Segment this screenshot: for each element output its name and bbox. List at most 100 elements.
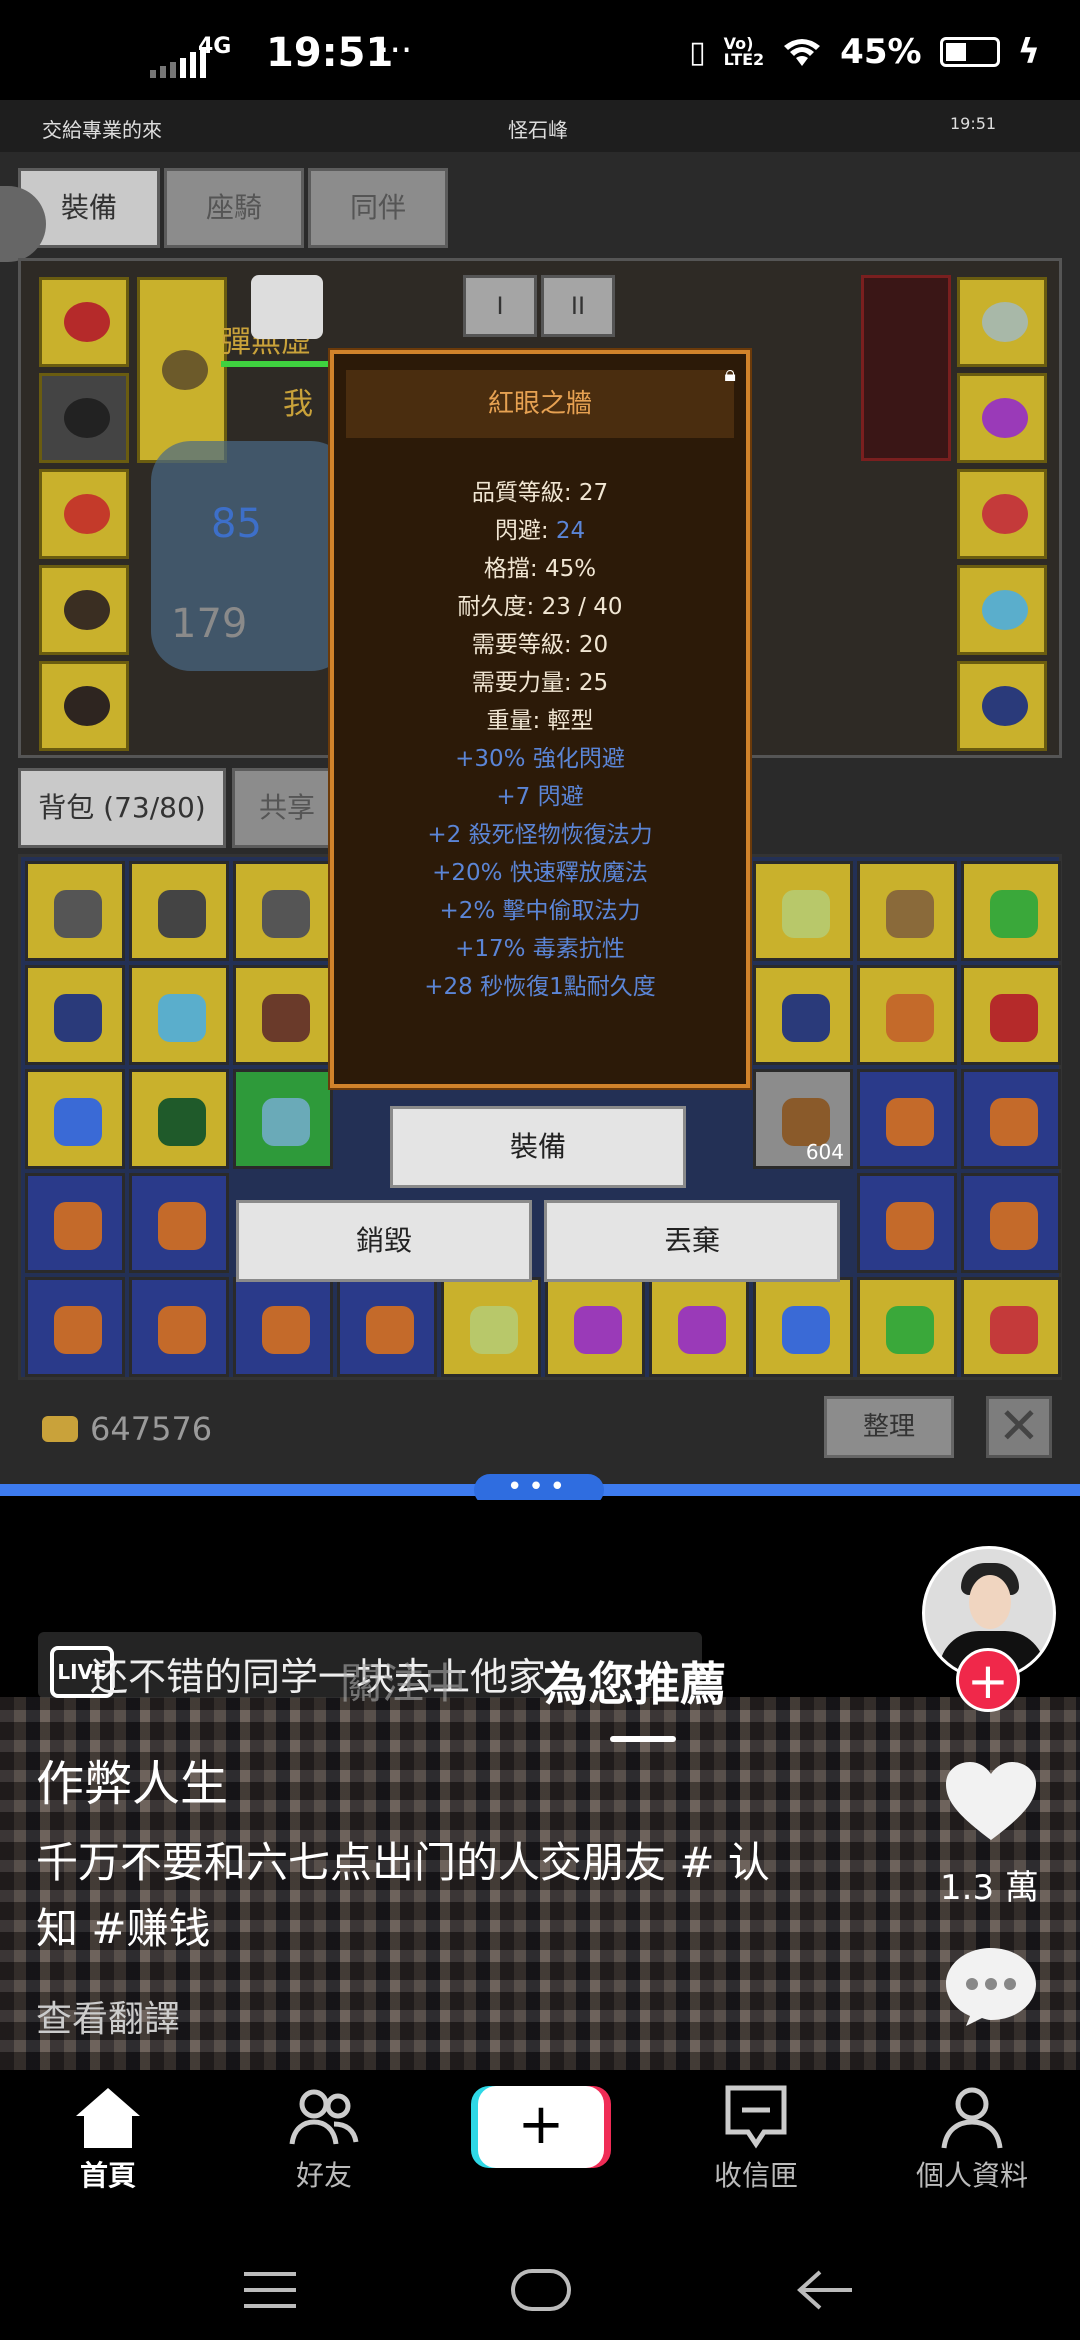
- tab-shared[interactable]: 共享: [232, 768, 342, 848]
- inventory-slot[interactable]: [129, 1173, 229, 1273]
- inventory-slot[interactable]: [25, 1173, 125, 1273]
- lock-icon[interactable]: 🔒︎: [724, 362, 736, 387]
- ring-slot-1[interactable]: [957, 373, 1047, 463]
- stat-line: 耐久度: 23 / 40: [457, 594, 623, 620]
- bonus-line: +17% 毒素抗性: [455, 936, 625, 962]
- more-dots: ···: [378, 30, 413, 71]
- inventory-slot[interactable]: [25, 965, 125, 1065]
- tab-bag[interactable]: 背包 (73/80): [18, 768, 226, 848]
- back-icon[interactable]: [796, 2268, 854, 2312]
- boots-slot[interactable]: [39, 565, 129, 655]
- weapon-slot[interactable]: [137, 277, 227, 463]
- inventory-slot[interactable]: [233, 965, 333, 1065]
- inventory-slot[interactable]: [961, 1173, 1061, 1273]
- amulet-slot[interactable]: [957, 277, 1047, 367]
- pet-slot[interactable]: [957, 661, 1047, 751]
- ring-slot-2[interactable]: [957, 469, 1047, 559]
- bonus-line: +2 殺死怪物恢復法力: [427, 822, 653, 848]
- nav-profile[interactable]: 個人資料: [892, 2084, 1052, 2194]
- inventory-slot[interactable]: [961, 1069, 1061, 1169]
- inventory-slot[interactable]: [753, 861, 853, 961]
- inventory-slot[interactable]: [25, 1277, 125, 1377]
- video-caption[interactable]: 千万不要和六七点出门的人交朋友 # 认知 #赚钱: [36, 1830, 796, 1962]
- inventory-slot[interactable]: [961, 1277, 1061, 1377]
- inbox-icon: [725, 2085, 787, 2149]
- inventory-slot[interactable]: [441, 1277, 541, 1377]
- enemy-slot: [861, 275, 951, 461]
- game-header: 交給專業的來 怪石峰 19:51: [0, 100, 1080, 152]
- tooltip-title-bar: 紅眼之牆: [346, 370, 734, 438]
- helmet-slot[interactable]: [39, 277, 129, 367]
- video-feed[interactable]: LIVE 还不错的同学一块去上他家 關注中 為您推薦 + 作弊人生 千万不要和六…: [0, 1500, 1080, 2070]
- inventory-slot[interactable]: [753, 965, 853, 1065]
- profile-icon: [941, 2087, 1003, 2149]
- charging-icon: ϟ: [1017, 32, 1040, 72]
- translate-link[interactable]: 查看翻譯: [36, 1990, 180, 2042]
- inventory-slot[interactable]: [857, 1277, 957, 1377]
- inventory-slot[interactable]: [857, 965, 957, 1065]
- home-button-icon[interactable]: [510, 2268, 572, 2312]
- gold-display: 647576: [42, 1410, 212, 1448]
- inventory-slot[interactable]: [129, 1277, 229, 1377]
- glove-slot[interactable]: [39, 469, 129, 559]
- equip-button[interactable]: 裝備: [390, 1106, 686, 1188]
- stage-button-2[interactable]: II: [541, 275, 615, 337]
- inventory-slot[interactable]: [857, 861, 957, 961]
- tab-for-you[interactable]: 為您推薦: [542, 1648, 726, 1714]
- sort-button[interactable]: 整理: [824, 1396, 954, 1458]
- inventory-slot[interactable]: [545, 1277, 645, 1377]
- item-name: 紅眼之牆: [487, 389, 592, 419]
- vibrate-icon: ▯: [689, 34, 706, 70]
- tab-mount[interactable]: 座騎: [164, 168, 304, 248]
- belt-slot[interactable]: [39, 661, 129, 751]
- tab-indicator: [610, 1736, 676, 1742]
- inventory-slot[interactable]: [25, 861, 125, 961]
- inventory-slot[interactable]: [753, 1277, 853, 1377]
- inventory-slot[interactable]: [25, 1069, 125, 1169]
- inventory-slot[interactable]: [233, 861, 333, 961]
- volte-icon: Vo) LTE2: [723, 34, 765, 69]
- inventory-slot[interactable]: [233, 1069, 333, 1169]
- inventory-slot[interactable]: [649, 1277, 749, 1377]
- status-right: ▯ Vo) LTE2 45% ϟ: [689, 32, 1040, 72]
- close-button[interactable]: ✕: [986, 1396, 1052, 1458]
- nav-home[interactable]: 首頁: [28, 2084, 188, 2194]
- inventory-slot[interactable]: [961, 965, 1061, 1065]
- inventory-slot[interactable]: [233, 1277, 333, 1377]
- inventory-slot[interactable]: [129, 1069, 229, 1169]
- inventory-slot[interactable]: [129, 861, 229, 961]
- bottom-navigation: 首頁 好友 + 收信匣 個人資料: [0, 2070, 1080, 2210]
- stat-line: 需要力量: 25: [471, 670, 609, 696]
- stage-button-1[interactable]: I: [463, 275, 537, 337]
- create-button[interactable]: +: [478, 2086, 604, 2168]
- network-type: 4G: [198, 34, 232, 59]
- nav-inbox[interactable]: 收信匣: [676, 2084, 836, 2194]
- menu-icon[interactable]: [242, 2270, 298, 2310]
- armor-slot[interactable]: [39, 373, 129, 463]
- damage-number-gray: 179: [171, 601, 248, 647]
- gem-slot-1[interactable]: [957, 565, 1047, 655]
- game-clock: 19:51: [950, 114, 997, 133]
- nav-friends[interactable]: 好友: [244, 2084, 404, 2194]
- follow-button[interactable]: +: [956, 1648, 1020, 1712]
- inventory-slot[interactable]: [337, 1277, 437, 1377]
- item-stats: 品質等級: 27 閃避: 24 格擋: 45% 耐久度: 23 / 40 需要等…: [334, 474, 746, 1006]
- live-banner-text: 还不错的同学一块去上他家: [90, 1655, 547, 1699]
- tab-following[interactable]: 關注中: [340, 1650, 466, 1711]
- stat-label: 閃避:: [494, 518, 556, 544]
- destroy-button[interactable]: 銷毀: [236, 1200, 532, 1282]
- inventory-slot[interactable]: 604: [753, 1069, 853, 1169]
- inventory-slot[interactable]: [961, 861, 1061, 961]
- inventory-slot[interactable]: [857, 1069, 957, 1169]
- video-author[interactable]: 作弊人生: [36, 1744, 228, 1814]
- inventory-slot[interactable]: [129, 965, 229, 1065]
- map-name: 怪石峰: [508, 118, 568, 142]
- discard-button[interactable]: 丟棄: [544, 1200, 840, 1282]
- heart-icon[interactable]: [946, 1762, 1036, 1842]
- tab-companion[interactable]: 同伴: [308, 168, 448, 248]
- item-tooltip: 紅眼之牆 🔒︎ 品質等級: 27 閃避: 24 格擋: 45% 耐久度: 23 …: [330, 350, 750, 1088]
- inventory-slot[interactable]: [857, 1173, 957, 1273]
- gold-coin-icon: [42, 1416, 78, 1442]
- comment-icon[interactable]: [944, 1946, 1038, 2028]
- bonus-line: +30% 強化閃避: [455, 746, 625, 772]
